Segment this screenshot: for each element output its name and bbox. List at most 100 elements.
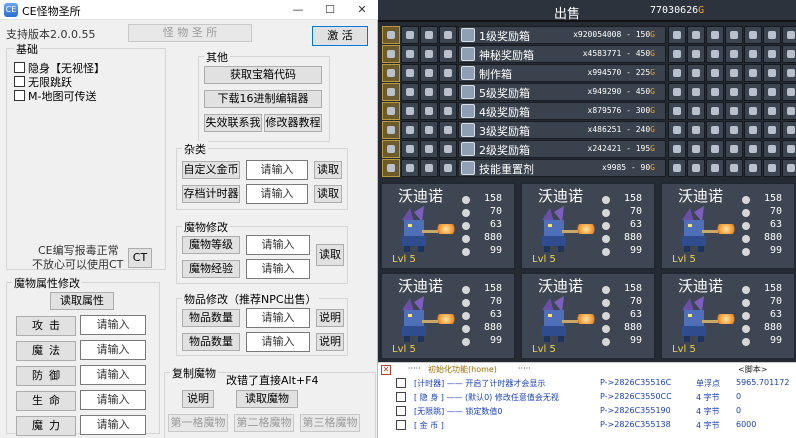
inventory-slot[interactable] [382,140,400,158]
inventory-slot[interactable] [687,121,705,139]
inventory-slot[interactable] [401,83,419,101]
inventory-slot[interactable] [401,140,419,158]
defense-label[interactable]: 防御 [16,366,76,386]
attack-input[interactable]: 请输入 [80,315,146,335]
inventory-slot[interactable] [668,140,686,158]
inventory-slot[interactable] [439,45,457,63]
active-checkbox[interactable] [396,406,406,416]
magic-input[interactable]: 请输入 [80,340,146,360]
inventory-slot[interactable] [782,26,796,44]
inventory-slot[interactable] [782,102,796,120]
close-icon[interactable]: ✕ [381,365,391,375]
sell-item[interactable]: 神秘奖励箱 x4583771 - 450G [458,45,666,63]
inventory-slot[interactable] [382,83,400,101]
inventory-slot[interactable] [420,140,438,158]
monster-read-button[interactable]: 读取 [316,244,344,266]
inventory-slot[interactable] [687,45,705,63]
inventory-slot[interactable] [744,26,762,44]
inventory-slot[interactable] [668,83,686,101]
activate-button[interactable]: 激 活 [312,26,368,46]
inventory-slot[interactable] [439,121,457,139]
sell-item[interactable]: 5级奖励箱 x949290 - 450G [458,83,666,101]
inventory-slot[interactable] [763,140,781,158]
inventory-slot[interactable] [706,159,724,177]
inventory-slot[interactable] [420,83,438,101]
inventory-slot[interactable] [382,45,400,63]
inventory-slot[interactable] [687,64,705,82]
attack-label[interactable]: 攻击 [16,316,76,336]
mana-input[interactable]: 请输入 [80,415,146,435]
read-monster-button[interactable]: 读取魔物 [236,390,298,408]
inventory-slot[interactable] [439,140,457,158]
inventory-slot[interactable] [706,64,724,82]
monster-level-input[interactable]: 请输入 [246,235,310,255]
inventory-slot[interactable] [687,140,705,158]
inventory-slot[interactable] [725,64,743,82]
inventory-slot[interactable] [439,102,457,120]
inventory-slot[interactable] [782,83,796,101]
sell-item[interactable]: 1级奖励箱 x920054008 - 150G [458,26,666,44]
inventory-slot[interactable] [782,64,796,82]
sell-item[interactable]: 制作箱 x994570 - 225G [458,64,666,82]
mana-label[interactable]: 魔力 [16,416,76,436]
inventory-slot[interactable] [439,83,457,101]
inventory-slot[interactable] [725,159,743,177]
inventory-slot[interactable] [668,45,686,63]
inventory-slot[interactable] [725,83,743,101]
inventory-slot[interactable] [763,64,781,82]
table-row[interactable]: [计时器] —— 开启了计时器才会显示 P->2826C35516C 单浮点 5… [378,377,796,390]
inventory-slot[interactable] [382,102,400,120]
inventory-slot[interactable] [763,45,781,63]
inventory-slot[interactable] [401,159,419,177]
custom-gold-read-button[interactable]: 读取 [314,161,342,179]
health-input[interactable]: 请输入 [80,390,146,410]
download-hex-editor-button[interactable]: 下载16进制编辑器 [204,90,322,108]
inventory-slot[interactable] [744,140,762,158]
table-row[interactable]: [ 金 币 ] P->2826C355138 4 字节 6000 [378,419,796,432]
get-chest-code-button[interactable]: 获取宝箱代码 [204,66,322,84]
defense-input[interactable]: 请输入 [80,365,146,385]
copy-info-button[interactable]: 说明 [182,390,214,408]
monster-card[interactable]: 沃迪诺 158 70 63 880 99 Lvl 5 [660,272,796,360]
slot-1-button[interactable]: 第一格魔物 [168,414,228,432]
monster-card[interactable]: 沃迪诺 158 70 63 880 99 Lvl 5 [380,182,516,270]
ct-button[interactable]: CT [128,248,152,268]
health-label[interactable]: 生命 [16,391,76,411]
inventory-slot[interactable] [725,121,743,139]
sell-item[interactable]: 3级奖励箱 x486251 - 240G [458,121,666,139]
table-row[interactable]: [ 隐 身 ] —— (默认0) 修改任意值会无视 P->2826C3550CC… [378,391,796,404]
inventory-slot[interactable] [706,83,724,101]
inventory-slot[interactable] [744,159,762,177]
save-timer-read-button[interactable]: 读取 [314,185,342,203]
slot-2-button[interactable]: 第二格魔物 [234,414,294,432]
slot-3-button[interactable]: 第三格魔物 [300,414,360,432]
sell-item[interactable]: 2级奖励箱 x242421 - 195G [458,140,666,158]
maximize-button[interactable]: ☐ [314,0,346,20]
inventory-slot[interactable] [706,45,724,63]
monster-level-label[interactable]: 魔物等级 [182,236,240,254]
checkbox-box[interactable] [14,90,25,101]
inventory-slot[interactable] [420,121,438,139]
inventory-slot[interactable] [439,159,457,177]
inventory-slot[interactable] [744,45,762,63]
inventory-slot[interactable] [401,45,419,63]
inventory-slot[interactable] [401,102,419,120]
inventory-slot[interactable] [668,159,686,177]
inventory-slot[interactable] [687,159,705,177]
inventory-slot[interactable] [382,64,400,82]
custom-gold-input[interactable]: 请输入 [246,160,308,180]
minimize-button[interactable]: — [282,0,314,20]
custom-gold-label[interactable]: 自定义金币 [182,161,240,179]
sell-item[interactable]: 技能重置剂 x9985 - 90G [458,159,666,177]
inventory-slot[interactable] [744,121,762,139]
active-checkbox[interactable] [396,420,406,430]
contact-button[interactable]: 失效联系我 [204,114,262,132]
inventory-slot[interactable] [763,26,781,44]
inventory-slot[interactable] [668,121,686,139]
inventory-slot[interactable] [401,121,419,139]
inventory-slot[interactable] [687,102,705,120]
save-timer-label[interactable]: 存档计时器 [182,185,240,203]
inventory-slot[interactable] [782,159,796,177]
inventory-slot[interactable] [763,83,781,101]
monster-exp-input[interactable]: 请输入 [246,259,310,279]
